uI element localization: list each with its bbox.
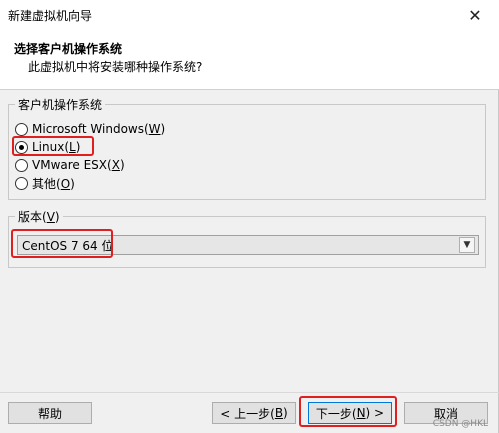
- next-highlight-box: [299, 396, 397, 427]
- close-icon[interactable]: ✕: [455, 0, 495, 30]
- radio-label: VMware ESX(X): [32, 158, 125, 172]
- back-button[interactable]: < 上一步(B): [212, 402, 296, 424]
- radio-button[interactable]: [15, 176, 28, 190]
- radio-label: 其他(O): [32, 176, 75, 191]
- wizard-window: 新建虚拟机向导 ✕ 选择客户机操作系统 此虚拟机中将安装哪种操作系统? 客户机操…: [0, 0, 499, 433]
- version-legend: 版本(V): [15, 208, 63, 225]
- radio-label: Microsoft Windows(W): [32, 122, 166, 136]
- radio-other[interactable]: 其他(O): [15, 175, 75, 191]
- window-title: 新建虚拟机向导: [8, 8, 93, 23]
- wizard-header: 选择客户机操作系统 此虚拟机中将安装哪种操作系统?: [0, 30, 499, 90]
- watermark: CSDN @HKL: [432, 419, 488, 429]
- footer-divider: [0, 392, 499, 393]
- page-title: 选择客户机操作系统: [14, 42, 123, 56]
- radio-button[interactable]: [15, 158, 28, 172]
- guest-os-legend: 客户机操作系统: [15, 96, 106, 113]
- radio-vmware-esx[interactable]: VMware ESX(X): [15, 157, 125, 173]
- radio-windows[interactable]: Microsoft Windows(W): [15, 121, 165, 137]
- help-button[interactable]: 帮助: [8, 402, 92, 424]
- chevron-down-icon[interactable]: ▼: [459, 237, 475, 253]
- title-bar: 新建虚拟机向导 ✕: [0, 0, 499, 30]
- version-highlight-box: [11, 229, 113, 258]
- radio-button[interactable]: [15, 122, 28, 136]
- page-subtitle: 此虚拟机中将安装哪种操作系统?: [28, 60, 203, 74]
- linux-highlight-box: [12, 136, 94, 156]
